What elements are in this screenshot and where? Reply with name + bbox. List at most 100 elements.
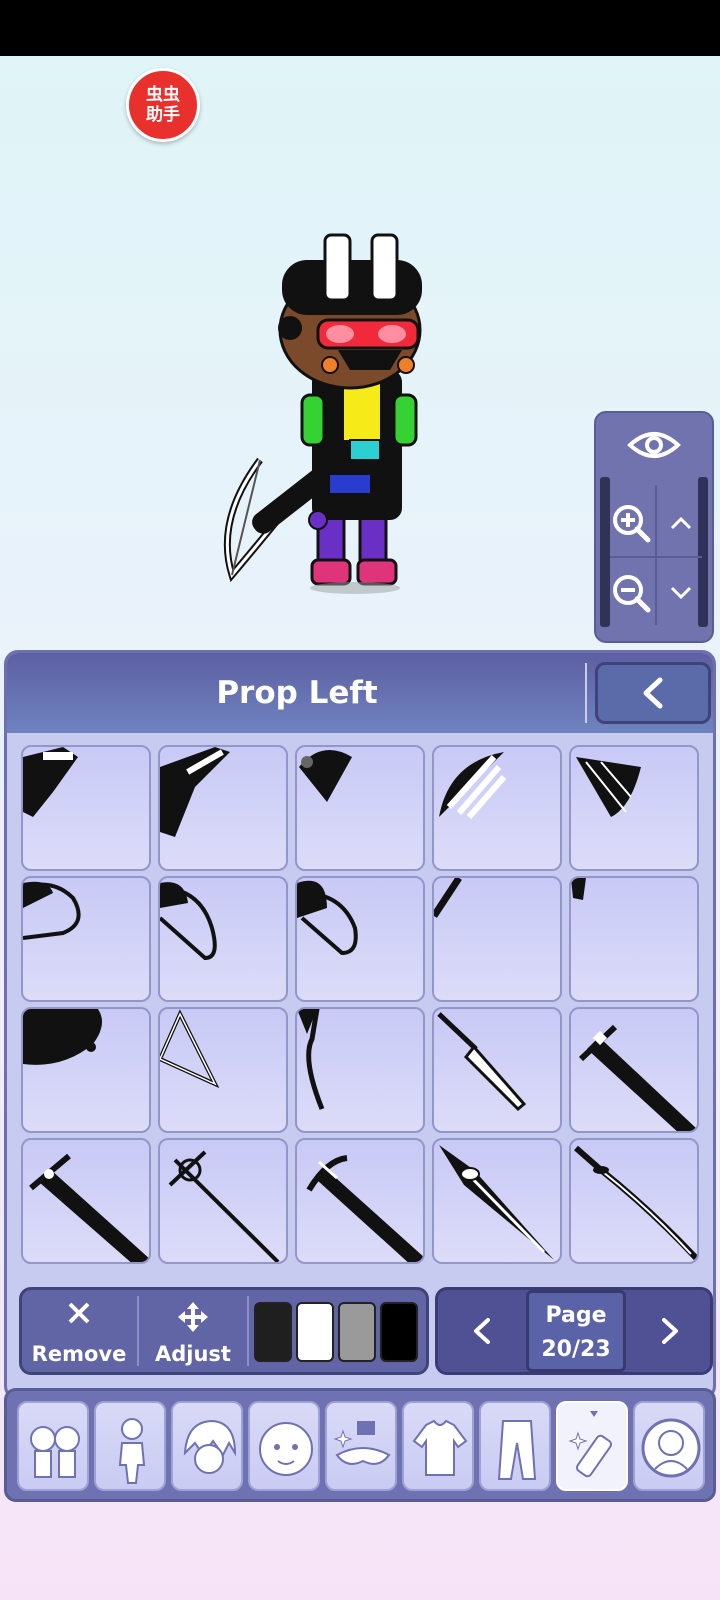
chevron-left-icon <box>474 1318 490 1344</box>
fan-black-icon <box>576 757 641 817</box>
chevron-left-icon <box>643 677 663 709</box>
hook-partial-icon <box>297 1009 325 1110</box>
chevron-up-icon <box>670 516 692 530</box>
color-swatch-4[interactable] <box>380 1302 418 1362</box>
katana-icon <box>574 1145 697 1261</box>
ornate-blade-icon <box>439 1145 554 1260</box>
tab-face[interactable] <box>248 1401 320 1491</box>
zoom-out-icon <box>613 575 651 613</box>
remove-button[interactable]: Remove <box>22 1290 136 1372</box>
greatsword-2-icon <box>29 1153 149 1262</box>
props-icon <box>568 1411 613 1478</box>
page-label: Page <box>545 1303 607 1328</box>
prop-item-bow-partial-3[interactable] <box>295 876 425 1002</box>
prop-item-blank-dot[interactable] <box>569 876 699 1002</box>
pager: Page 20/23 <box>435 1287 713 1375</box>
mask-icon <box>333 1421 391 1465</box>
pants-icon <box>497 1420 537 1480</box>
color-swatch-1[interactable] <box>254 1302 292 1362</box>
panel-header: Prop Left <box>7 653 713 733</box>
remove-label: Remove <box>31 1342 127 1366</box>
prop-item-fan-small-black[interactable] <box>295 745 425 871</box>
prop-item-stick-partial[interactable] <box>432 876 562 1002</box>
prop-item-machete[interactable] <box>432 1007 562 1133</box>
machete-icon <box>437 1012 527 1112</box>
prop-item-gun-partial-2[interactable] <box>158 745 288 871</box>
prop-item-triangle-frame[interactable] <box>158 1007 288 1133</box>
close-icon <box>68 1302 90 1324</box>
tab-props[interactable] <box>556 1401 628 1491</box>
tab-top[interactable] <box>402 1401 474 1491</box>
face-icon <box>259 1422 313 1476</box>
previous-page-button[interactable] <box>440 1290 524 1372</box>
color-swatch-3[interactable] <box>338 1302 376 1362</box>
back-button[interactable] <box>595 662 711 724</box>
status-bar <box>0 0 720 56</box>
hair-icon <box>183 1419 237 1474</box>
category-tabbar <box>4 1388 716 1502</box>
move-up-button[interactable] <box>656 493 706 553</box>
panel-title: Prop Left <box>216 675 378 711</box>
chevron-right-icon <box>662 1318 678 1344</box>
prop-item-katana[interactable] <box>569 1138 699 1264</box>
helper-badge[interactable]: 虫虫 助手 <box>126 68 200 142</box>
tab-characters[interactable] <box>17 1401 89 1491</box>
characters-icon <box>30 1426 80 1478</box>
prop-item-fan-black[interactable] <box>569 745 699 871</box>
divider <box>247 1296 249 1366</box>
chevron-down-icon <box>670 586 692 600</box>
bow-partial-3-icon <box>297 880 358 956</box>
tab-bottom[interactable] <box>479 1401 551 1491</box>
move-down-button[interactable] <box>656 563 706 623</box>
zoom-in-icon <box>613 505 651 543</box>
prop-panel: Prop Left Remove Adjust Page 20/23 <box>4 650 716 1400</box>
prop-item-ornate-blade[interactable] <box>432 1138 562 1264</box>
prop-item-curved-greatsword[interactable] <box>295 1138 425 1264</box>
zoom-out-button[interactable] <box>606 563 656 623</box>
prop-item-rapier[interactable] <box>158 1138 288 1264</box>
gun-partial-icon <box>23 747 78 817</box>
view-controls <box>594 411 714 643</box>
bow-partial-icon <box>23 881 81 940</box>
helper-badge-line1: 虫虫 <box>146 85 180 105</box>
tab-body[interactable] <box>94 1401 166 1491</box>
greatsword-icon <box>578 1024 697 1131</box>
adjust-label: Adjust <box>155 1342 231 1366</box>
body-icon <box>118 1418 146 1484</box>
zoom-in-button[interactable] <box>606 493 656 553</box>
tab-profile[interactable] <box>633 1401 705 1491</box>
tab-accessories[interactable] <box>325 1401 397 1491</box>
divider <box>137 1296 139 1366</box>
blank-dot-icon <box>571 878 586 900</box>
rapier-icon <box>168 1150 280 1262</box>
shirt-icon <box>412 1419 468 1476</box>
prop-item-blob-partial[interactable] <box>21 1007 151 1133</box>
prop-item-bow-partial[interactable] <box>21 876 151 1002</box>
next-page-button[interactable] <box>628 1290 712 1372</box>
page-value: 20/23 <box>541 1337 611 1362</box>
eye-icon[interactable] <box>624 425 684 465</box>
move-arrows-icon <box>178 1302 208 1332</box>
triangle-frame-icon <box>160 1009 220 1089</box>
character-preview[interactable] <box>210 220 440 600</box>
adjust-button[interactable]: Adjust <box>140 1290 246 1372</box>
stick-partial-icon <box>434 878 462 918</box>
tools-bar: Remove Adjust <box>19 1287 429 1375</box>
profile-icon <box>641 1418 701 1478</box>
prop-item-greatsword-2[interactable] <box>21 1138 151 1264</box>
fan-striped-icon <box>439 752 507 819</box>
helper-badge-line2: 助手 <box>146 105 180 125</box>
prop-item-greatsword[interactable] <box>569 1007 699 1133</box>
tab-hair[interactable] <box>171 1401 243 1491</box>
color-swatch-2[interactable] <box>296 1302 334 1362</box>
prop-item-fan-striped[interactable] <box>432 745 562 871</box>
prop-item-gun-partial[interactable] <box>21 745 151 871</box>
prop-grid <box>21 745 705 1275</box>
prop-item-hook-partial[interactable] <box>295 1007 425 1133</box>
fan-small-black-icon <box>299 749 352 802</box>
divider <box>585 663 587 723</box>
blob-partial-icon <box>23 1009 102 1065</box>
prop-item-bow-partial-2[interactable] <box>158 876 288 1002</box>
curved-greatsword-icon <box>306 1155 423 1262</box>
page-indicator: Page 20/23 <box>526 1290 626 1372</box>
